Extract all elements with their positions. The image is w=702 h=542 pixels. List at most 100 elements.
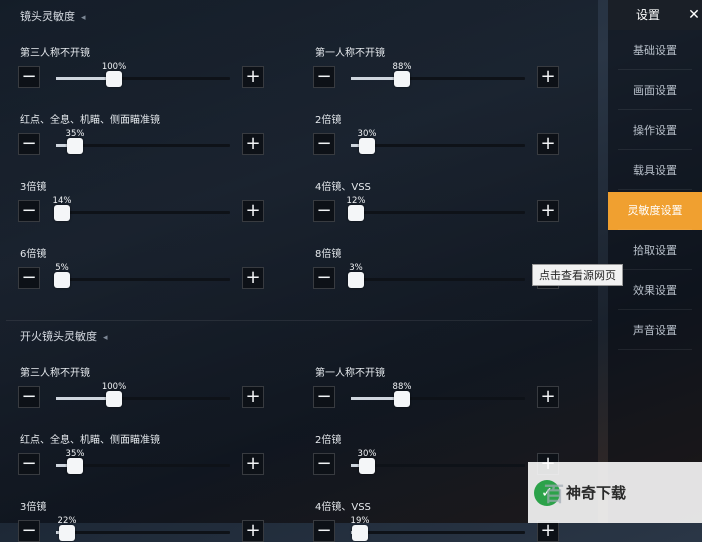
sensitivity-slider[interactable]: 22% [56, 516, 230, 541]
setting-label: 6倍镜 [20, 249, 47, 260]
decrease-button[interactable]: − [18, 520, 40, 542]
slider-thumb[interactable] [359, 458, 375, 474]
setting-label: 红点、全息、机瞄、侧面瞄准镜 [20, 115, 160, 126]
decrease-button[interactable]: − [18, 267, 40, 289]
sidebar-separator [618, 69, 692, 70]
section-dot-icon: ◂ [81, 13, 86, 23]
sensitivity-slider[interactable]: 35% [56, 449, 230, 474]
increase-button[interactable]: + [537, 200, 559, 222]
sidebar-item[interactable]: 操作设置 [608, 112, 702, 150]
slider-thumb[interactable] [359, 138, 375, 154]
setting-label: 第三人称不开镜 [20, 368, 90, 379]
sensitivity-slider[interactable]: 35% [56, 129, 230, 154]
slider-thumb[interactable] [352, 525, 368, 541]
sidebar-separator [618, 309, 692, 310]
close-icon[interactable]: ✕ [686, 0, 702, 30]
decrease-button[interactable]: − [313, 200, 335, 222]
tooltip: 点击查看源网页 [532, 264, 623, 286]
sidebar-item-label: 声音设置 [633, 324, 677, 337]
section-title: 镜头灵敏度 ◂ [20, 8, 86, 24]
sidebar-separator [618, 189, 692, 190]
slider-track [351, 464, 525, 467]
settings-sidebar: 设置 ✕ 基础设置 画面设置 操作设置 载具设置 灵敏度设置 拾取设置 效果设置 声音设置 [608, 0, 702, 523]
increase-button[interactable]: + [242, 133, 264, 155]
slider-track [351, 278, 525, 281]
sidebar-title: 设置 [635, 8, 660, 22]
sensitivity-slider[interactable]: 88% [351, 382, 525, 407]
sensitivity-slider[interactable]: 100% [56, 382, 230, 407]
slider-track [56, 531, 230, 534]
sensitivity-slider[interactable]: 3% [348, 263, 525, 288]
slider-thumb[interactable] [106, 391, 122, 407]
slider-thumb[interactable] [394, 391, 410, 407]
decrease-button[interactable]: − [18, 386, 40, 408]
increase-button[interactable]: + [242, 267, 264, 289]
slider-thumb[interactable] [348, 205, 364, 221]
sidebar-item-label: 拾取设置 [633, 244, 677, 257]
slider-thumb[interactable] [348, 272, 364, 288]
decrease-button[interactable]: − [313, 453, 335, 475]
slider-track [56, 278, 230, 281]
sensitivity-slider[interactable]: 12% [347, 196, 525, 221]
slider-thumb[interactable] [54, 205, 70, 221]
slider-track [351, 211, 525, 214]
sidebar-item[interactable]: 载具设置 [608, 152, 702, 190]
setting-label: 3倍镜 [20, 182, 47, 193]
increase-button[interactable]: + [537, 133, 559, 155]
setting-label: 8倍镜 [315, 249, 342, 260]
increase-button[interactable]: + [242, 386, 264, 408]
sidebar-header: 设置 ✕ [608, 0, 702, 30]
sensitivity-slider[interactable]: 100% [56, 62, 230, 87]
decrease-button[interactable]: − [18, 200, 40, 222]
sensitivity-slider[interactable]: 88% [351, 62, 525, 87]
decrease-button[interactable]: − [18, 453, 40, 475]
sidebar-item-label: 灵敏度设置 [627, 204, 683, 217]
decrease-button[interactable]: − [18, 66, 40, 88]
slider-thumb[interactable] [54, 272, 70, 288]
slider-track [56, 211, 230, 214]
section-divider [6, 320, 592, 321]
watermark-logo: 百 ✓ 神奇下载 [528, 462, 702, 523]
setting-label: 2倍镜 [315, 115, 342, 126]
slider-thumb[interactable] [106, 71, 122, 87]
increase-button[interactable]: + [242, 66, 264, 88]
sidebar-item[interactable]: 基础设置 [608, 32, 702, 70]
sidebar-item-label: 基础设置 [633, 44, 677, 57]
settings-panel: 镜头灵敏度 ◂ 第三人称不开镜 −100% + 第一人称不开镜 −88% + 红点、全息、机瞄、… [0, 0, 598, 542]
sensitivity-slider[interactable]: 14% [53, 196, 230, 221]
section-dot-icon: ◂ [103, 333, 108, 343]
setting-label: 4倍镜、VSS [315, 502, 371, 513]
sidebar-item[interactable]: 灵敏度设置 [608, 192, 702, 230]
decrease-button[interactable]: − [313, 386, 335, 408]
sidebar-item[interactable]: 画面设置 [608, 72, 702, 110]
increase-button[interactable]: + [537, 66, 559, 88]
slider-track [351, 531, 525, 534]
increase-button[interactable]: + [242, 200, 264, 222]
increase-button[interactable]: + [537, 520, 559, 542]
decrease-button[interactable]: − [313, 267, 335, 289]
decrease-button[interactable]: − [313, 66, 335, 88]
increase-button[interactable]: + [242, 453, 264, 475]
section-title-text: 开火镜头灵敏度 [20, 330, 97, 343]
decrease-button[interactable]: − [313, 520, 335, 542]
sensitivity-slider[interactable]: 30% [351, 129, 525, 154]
setting-label: 第一人称不开镜 [315, 48, 385, 59]
slider-thumb[interactable] [59, 525, 75, 541]
section-title-text: 镜头灵敏度 [20, 10, 75, 23]
slider-thumb[interactable] [394, 71, 410, 87]
decrease-button[interactable]: − [313, 133, 335, 155]
sensitivity-slider[interactable]: 30% [351, 449, 525, 474]
slider-thumb[interactable] [67, 458, 83, 474]
sensitivity-slider[interactable]: 19% [351, 516, 525, 541]
setting-label: 红点、全息、机瞄、侧面瞄准镜 [20, 435, 160, 446]
watermark-faint-text: 百 [544, 482, 564, 506]
sidebar-separator [618, 109, 692, 110]
decrease-button[interactable]: − [18, 133, 40, 155]
increase-button[interactable]: + [242, 520, 264, 542]
sidebar-item[interactable]: 声音设置 [608, 312, 702, 350]
increase-button[interactable]: + [537, 386, 559, 408]
sidebar-separator [618, 229, 692, 230]
slider-thumb[interactable] [67, 138, 83, 154]
watermark-brand: 神奇下载 [566, 484, 627, 502]
sensitivity-slider[interactable]: 5% [54, 263, 230, 288]
